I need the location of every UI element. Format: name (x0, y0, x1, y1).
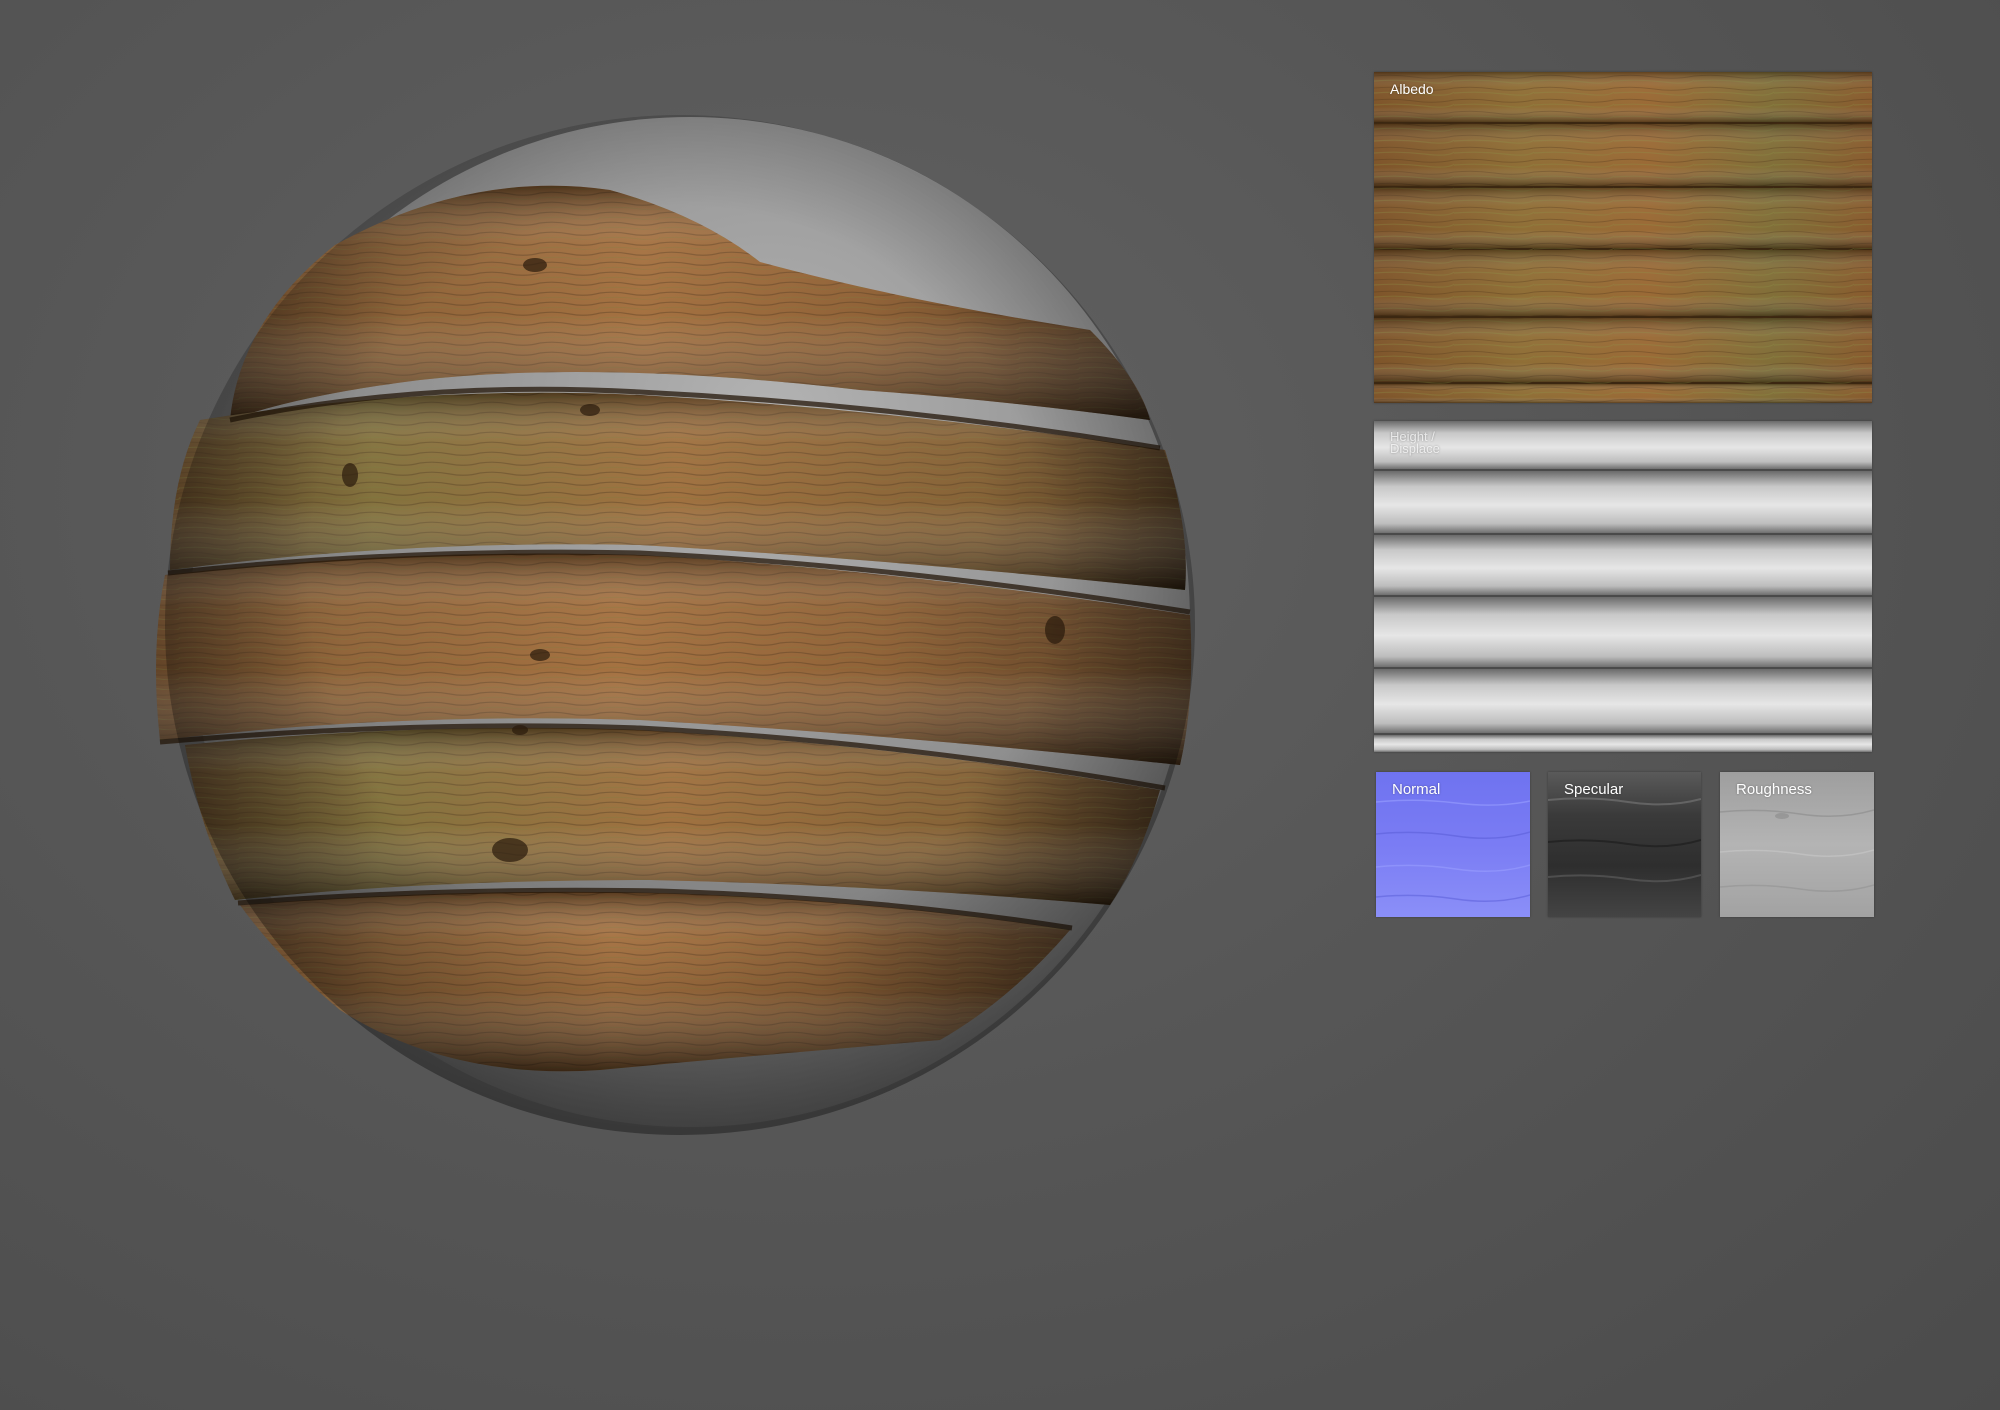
height-texture-icon (1374, 421, 1872, 752)
normal-map-panel[interactable]: Normal (1376, 772, 1530, 917)
specular-map-panel[interactable]: Specular (1548, 772, 1701, 917)
specular-label: Specular (1564, 781, 1624, 798)
material-sphere-preview[interactable] (0, 0, 1300, 1410)
roughness-map-panel[interactable]: Roughness (1720, 772, 1874, 917)
albedo-texture-icon (1374, 72, 1872, 403)
height-map-panel[interactable]: Height / Displace (1374, 421, 1872, 752)
sphere-icon (156, 115, 1195, 1135)
albedo-label: Albedo (1390, 81, 1434, 97)
normal-label: Normal (1392, 781, 1441, 798)
material-preview-stage: Albedo Height / Displace Normal Specular… (0, 0, 2000, 1410)
albedo-map-panel[interactable]: Albedo (1374, 72, 1872, 403)
roughness-label: Roughness (1736, 781, 1812, 798)
height-displace-label: Height / Displace (1390, 429, 1440, 456)
